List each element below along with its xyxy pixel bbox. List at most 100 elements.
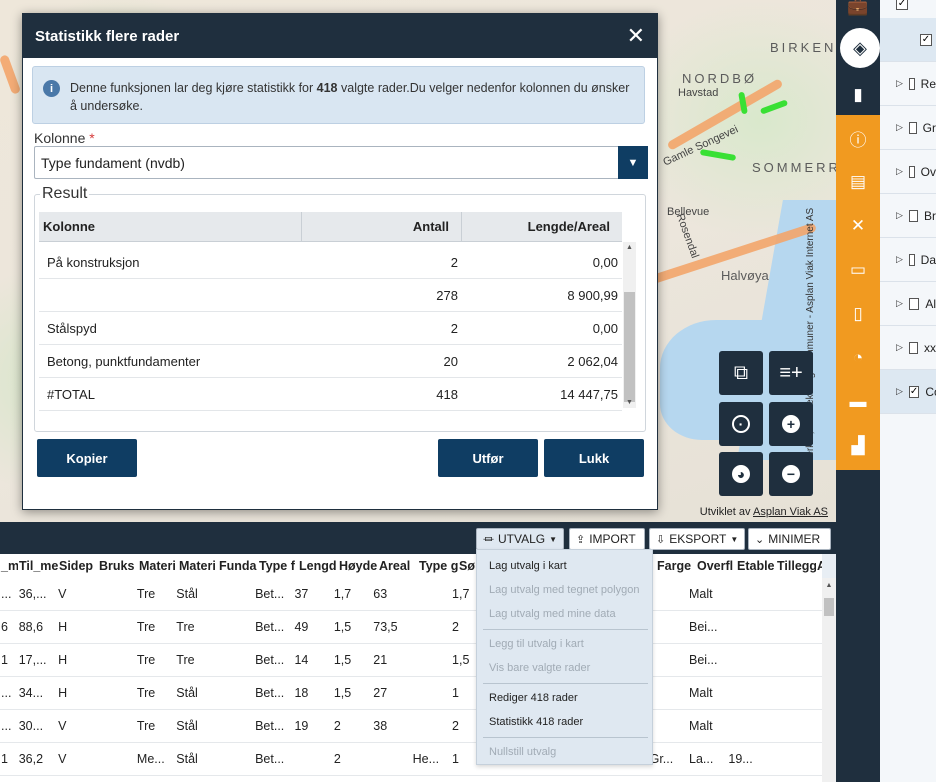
close-button[interactable]: Lukk bbox=[544, 439, 644, 477]
column-header[interactable]: Tillegg bbox=[776, 559, 816, 573]
keyboard-icon[interactable]: ▭ bbox=[836, 255, 880, 285]
layer-row[interactable]: ▷ Gr bbox=[880, 106, 936, 150]
header-kolonne[interactable]: Kolonne bbox=[39, 211, 302, 242]
menu-item-lag-utvalg-polygon[interactable]: Lag utvalg med tegnet polygon bbox=[489, 584, 639, 596]
menu-item-legg-til-utvalg[interactable]: Legg til utvalg i kart bbox=[489, 638, 584, 650]
table-row[interactable]: 6 88,6 H Tre Tre Bet... 49 1,5 73,5 2 Bei... bbox=[0, 611, 822, 644]
layer-row[interactable]: ▷ xx bbox=[880, 326, 936, 370]
expand-icon[interactable]: ▷ bbox=[896, 210, 903, 221]
table-row[interactable]: 1 36,2 V Me... Stål Bet... 2 He... 1 Gr... La... 19… bbox=[0, 743, 822, 776]
expand-icon[interactable]: ▷ bbox=[896, 78, 903, 89]
layer-checkbox[interactable]: ✓ bbox=[896, 0, 908, 10]
column-header[interactable]: Materi bbox=[178, 559, 218, 573]
table-row[interactable]: ... 36,... V Tre Stål Bet... 37 1,7 63 1,7 Malt bbox=[0, 578, 822, 611]
header-lengde[interactable]: Lengde/Areal bbox=[462, 212, 622, 242]
column-header[interactable]: Lengd bbox=[298, 559, 338, 573]
bookmark-icon[interactable]: ▮ bbox=[836, 80, 880, 110]
table-row[interactable]: 1 17,... H Tre Tre Bet... 14 1,5 21 1,5 Bei... bbox=[0, 644, 822, 677]
layer-row[interactable]: ▷ Al bbox=[880, 282, 936, 326]
layer-checkbox[interactable] bbox=[908, 341, 918, 354]
menu-item-statistikk-rader[interactable]: Statistikk 418 rader bbox=[489, 716, 583, 728]
expand-icon[interactable]: ▷ bbox=[896, 298, 903, 309]
column-header[interactable]: Sidep bbox=[58, 559, 98, 573]
pie-chart-icon[interactable]: ◔ bbox=[836, 343, 880, 373]
column-header[interactable]: Til_me bbox=[18, 559, 58, 573]
minimer-button[interactable]: ⌄ MINIMER bbox=[748, 528, 831, 550]
column-header[interactable]: Overfl bbox=[696, 559, 736, 573]
bar-chart-icon[interactable]: ▟ bbox=[836, 431, 880, 461]
expand-icon[interactable]: ▷ bbox=[896, 386, 903, 397]
layer-row[interactable]: ▷ ✓ Co bbox=[880, 370, 936, 414]
copy-map-button[interactable]: ⧉ bbox=[719, 351, 763, 395]
layer-checkbox[interactable]: ✓ bbox=[920, 33, 932, 46]
column-header[interactable]: Materi bbox=[138, 559, 178, 573]
layer-row[interactable]: ▷ Da bbox=[880, 238, 936, 282]
layer-row[interactable]: ▷ Ov bbox=[880, 150, 936, 194]
layers-icon[interactable]: ◈ bbox=[840, 28, 880, 68]
layer-checkbox[interactable] bbox=[908, 121, 917, 134]
import-button[interactable]: ⇪ IMPORT bbox=[569, 528, 645, 550]
globe-button[interactable]: ◕ bbox=[719, 452, 763, 496]
table-row[interactable]: #TOTAL 418 14 447,75 bbox=[39, 378, 622, 411]
result-scrollbar[interactable]: ▲ ▼ bbox=[623, 242, 636, 408]
layer-checkbox[interactable] bbox=[908, 253, 915, 266]
layer-checkbox[interactable] bbox=[908, 297, 920, 310]
utvalg-button[interactable]: ⏛ UTVALG ▼ bbox=[476, 528, 564, 550]
add-list-button[interactable]: ≡+ bbox=[769, 351, 813, 395]
layer-checkbox[interactable] bbox=[908, 209, 918, 222]
layer-row[interactable]: ▷ Br bbox=[880, 194, 936, 238]
close-icon[interactable]: ✕ bbox=[627, 25, 645, 47]
layer-row[interactable]: ▷ Re bbox=[880, 62, 936, 106]
column-header[interactable]: Høyde bbox=[338, 559, 378, 573]
book-icon[interactable]: ▤ bbox=[836, 167, 880, 197]
header-antall[interactable]: Antall bbox=[302, 211, 462, 242]
table-row[interactable]: ... 34... H Tre Stål Bet... 18 1,5 27 1 Malt bbox=[0, 677, 822, 710]
expand-icon[interactable]: ▷ bbox=[896, 122, 903, 133]
layer-checkbox[interactable] bbox=[908, 77, 915, 90]
column-header[interactable]: Bruks bbox=[98, 559, 138, 573]
map-credit-developer[interactable]: Utviklet av Asplan Viak AS bbox=[700, 506, 828, 518]
locate-button[interactable]: · bbox=[719, 402, 763, 446]
menu-item-lag-utvalg-mine-data[interactable]: Lag utvalg med mine data bbox=[489, 608, 616, 620]
table-row[interactable]: 278 8 900,99 bbox=[39, 279, 622, 312]
column-select[interactable]: Type fundament (nvdb) ▼ bbox=[34, 146, 648, 179]
table-scrollbar[interactable]: ▲ bbox=[822, 578, 836, 782]
scroll-thumb[interactable] bbox=[824, 598, 834, 616]
menu-item-rediger-rader[interactable]: Rediger 418 rader bbox=[489, 692, 578, 704]
column-header[interactable]: Funda bbox=[218, 559, 258, 573]
eksport-button[interactable]: ⇩ EKSPORT ▼ bbox=[649, 528, 745, 550]
scroll-down-icon[interactable]: ▼ bbox=[623, 399, 636, 406]
table-row[interactable]: På konstruksjon 2 0,00 bbox=[39, 246, 622, 279]
table-row[interactable]: Betong, punktfundamenter 20 2 062,04 bbox=[39, 345, 622, 378]
layer-checkbox[interactable]: ✓ bbox=[908, 385, 920, 398]
zoom-out-button[interactable]: − bbox=[769, 452, 813, 496]
info-icon[interactable]: ⓘ bbox=[836, 123, 880, 153]
chevron-down-icon[interactable]: ▼ bbox=[618, 146, 648, 179]
expand-icon[interactable]: ▷ bbox=[896, 342, 903, 353]
attribute-table[interactable]: _m Til_me Sidep Bruks Materi Materi Funda Type … bbox=[0, 554, 822, 782]
tablet-icon[interactable]: ▯ bbox=[836, 299, 880, 329]
scroll-up-icon[interactable]: ▲ bbox=[623, 244, 636, 251]
layer-row[interactable]: ✓ bbox=[880, 18, 936, 62]
column-header[interactable]: Type f bbox=[258, 559, 298, 573]
table-row[interactable]: Stålspyd 2 0,00 bbox=[39, 312, 622, 345]
column-header[interactable]: Etable bbox=[736, 559, 776, 573]
expand-icon[interactable]: ▷ bbox=[896, 254, 903, 265]
column-header[interactable]: Areal bbox=[378, 559, 418, 573]
column-header[interactable]: Ar bbox=[816, 559, 822, 573]
comment-icon[interactable]: ▬ bbox=[836, 387, 880, 417]
scroll-thumb[interactable] bbox=[624, 292, 635, 402]
expand-icon[interactable]: ▷ bbox=[896, 166, 903, 177]
copy-button[interactable]: Kopier bbox=[37, 439, 137, 477]
column-header[interactable]: _m bbox=[0, 559, 18, 573]
menu-item-nullstill-utvalg[interactable]: Nullstill utvalg bbox=[489, 746, 556, 758]
zoom-in-button[interactable]: + bbox=[769, 402, 813, 446]
briefcase-icon[interactable]: 💼 bbox=[836, 0, 880, 22]
table-row[interactable]: ... 30... V Tre Stål Bet... 19 2 38 2 Malt bbox=[0, 710, 822, 743]
column-header[interactable]: Type g bbox=[418, 559, 458, 573]
column-header[interactable]: Farge bbox=[656, 559, 696, 573]
menu-item-vis-bare-valgte[interactable]: Vis bare valgte rader bbox=[489, 662, 590, 674]
run-button[interactable]: Utfør bbox=[438, 439, 538, 477]
scroll-up-icon[interactable]: ▲ bbox=[822, 582, 836, 589]
layer-checkbox[interactable] bbox=[908, 165, 915, 178]
